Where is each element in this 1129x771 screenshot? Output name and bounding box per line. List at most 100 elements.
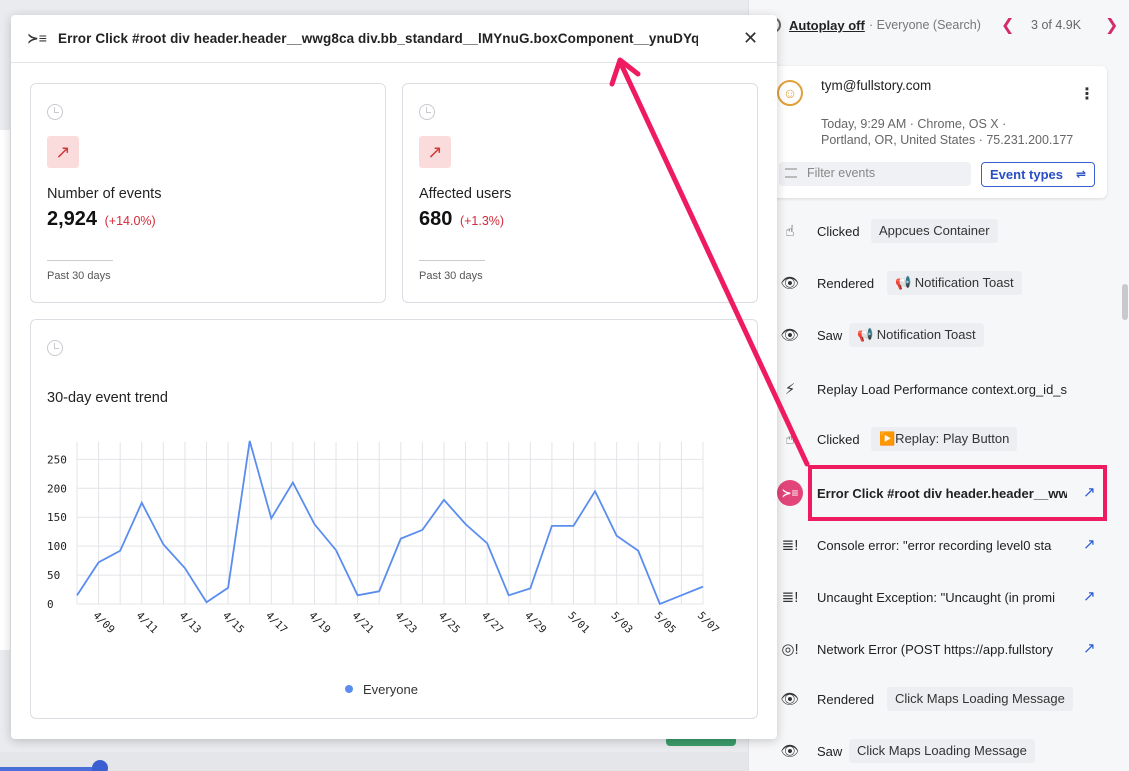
playback-bar	[0, 752, 748, 771]
series-line-everyone	[76, 440, 704, 606]
users-period: Past 30 days	[419, 270, 483, 282]
trend-icon[interactable]: ↗	[1083, 639, 1096, 657]
divider	[47, 260, 113, 261]
event-row[interactable]: 👁 Rendered 📢 Notification Toast	[779, 270, 1119, 298]
user-meta: Today, 9:29 AM · Chrome, OS X · Portland…	[821, 117, 1074, 147]
event-text: Console error: "error recording level0 s…	[817, 538, 1052, 553]
sliders-icon: ⇌	[1075, 167, 1086, 181]
x-tick-label: 4/23	[393, 610, 419, 636]
clock-icon	[47, 340, 63, 356]
x-tick-label: 4/09	[90, 610, 116, 636]
events-delta: (+14.0%)	[104, 214, 156, 228]
y-tick-label: 200	[47, 482, 67, 495]
events-period: Past 30 days	[47, 270, 111, 282]
event-text: Network Error (POST https://app.fullstor…	[817, 642, 1053, 657]
event-verb: Clicked	[817, 224, 860, 239]
autoplay-toggle[interactable]: Autoplay off	[789, 18, 865, 33]
event-text: Uncaught Exception: "Uncaught (in promi	[817, 590, 1056, 605]
affected-users-card: ↗ Affected users 680 (+1.3%) Past 30 day…	[402, 83, 758, 303]
y-tick-label: 150	[47, 511, 67, 524]
trend-title: 30-day event trend	[47, 390, 168, 406]
session-topbar: Autoplay off · Everyone (Search) ❮ 3 of …	[749, 0, 1129, 52]
session-pager: 3 of 4.9K	[1031, 18, 1082, 32]
trend-icon[interactable]: ↗	[1083, 535, 1096, 553]
y-tick-label: 250	[47, 453, 67, 466]
error-click-icon: ≻≡	[777, 480, 803, 506]
event-tag: Appcues Container	[871, 219, 998, 243]
events-count-card: ↗ Number of events 2,924 (+14.0%) Past 3…	[30, 83, 386, 303]
users-delta: (+1.3%)	[459, 214, 505, 228]
trend-up-icon: ↗	[47, 136, 79, 168]
event-row[interactable]: 👁 Saw 📢 Notification Toast	[779, 322, 1119, 350]
playback-progress	[0, 767, 100, 771]
trend-icon[interactable]: ↗	[1083, 587, 1096, 605]
background-panel	[0, 130, 10, 650]
chart-legend[interactable]: Everyone	[345, 682, 418, 697]
x-tick-label: 4/25	[436, 610, 462, 636]
user-email[interactable]: tym@fullstory.com	[821, 78, 931, 93]
modal-header: ≻≡ Error Click #root div header.header__…	[11, 15, 777, 63]
x-tick-label: 4/29	[522, 610, 548, 636]
highlight-annotation-box	[808, 465, 1107, 521]
eye-icon: 👁	[780, 327, 800, 344]
x-tick-label: 4/27	[479, 610, 505, 636]
eye-icon: 👁	[780, 691, 800, 708]
users-label: Affected users	[419, 186, 512, 202]
events-value: 2,924 (+14.0%)	[47, 208, 156, 230]
y-tick-label: 0	[47, 598, 54, 611]
segment-label: · Everyone (Search)	[869, 18, 981, 32]
event-verb: Clicked	[817, 432, 860, 447]
next-session-icon[interactable]: ❯	[1105, 15, 1118, 35]
event-verb: Rendered	[817, 692, 875, 707]
clock-icon	[47, 104, 63, 120]
close-icon[interactable]: ✕	[743, 28, 758, 49]
x-tick-label: 4/19	[306, 610, 332, 636]
divider	[419, 260, 485, 261]
event-verb: Saw	[817, 328, 843, 343]
x-tick-label: 4/15	[220, 610, 246, 636]
event-text: Replay Load Performance context.org_id_s…	[817, 382, 1067, 397]
event-tag: 📢 Notification Toast	[887, 271, 1022, 295]
event-row[interactable]: ⚡ Replay Load Performance context.org_id_…	[779, 376, 1119, 404]
event-verb: Saw	[817, 744, 843, 759]
y-tick-label: 100	[47, 540, 67, 553]
event-verb: Rendered	[817, 276, 875, 291]
x-tick-label: 5/07	[695, 610, 721, 636]
event-row[interactable]: ≣! Console error: "error recording level0…	[779, 532, 1119, 560]
user-avatar-icon: ☺	[777, 80, 803, 106]
clock-icon	[419, 104, 435, 120]
exception-icon: ≣!	[781, 589, 799, 606]
prev-session-icon[interactable]: ❮	[1001, 15, 1014, 35]
lightning-icon: ⚡	[784, 381, 796, 398]
event-row[interactable]: 👁 Rendered Click Maps Loading Message	[779, 686, 1119, 714]
event-types-button[interactable]: Event types ⇌	[981, 162, 1095, 187]
event-row[interactable]: ☝ Clicked Appcues Container	[779, 218, 1119, 246]
x-tick-label: 4/13	[177, 610, 203, 636]
network-error-icon: ◎!	[781, 641, 799, 658]
event-row[interactable]: 👁 Saw Click Maps Loading Message	[779, 738, 1119, 766]
more-options-icon[interactable]: ⋮	[1079, 84, 1095, 104]
x-tick-label: 4/21	[349, 610, 375, 636]
pointer-icon: ☝	[785, 223, 795, 240]
x-tick-label: 5/03	[609, 610, 635, 636]
event-row[interactable]: ☝ Clicked ▶️Replay: Play Button	[779, 426, 1119, 454]
event-tag: 📢 Notification Toast	[849, 323, 984, 347]
user-card: ☺ tym@fullstory.com ⋮ Today, 9:29 AM · C…	[765, 66, 1107, 198]
scrollbar[interactable]	[1122, 284, 1128, 320]
modal-title: Error Click #root div header.header__wwg…	[58, 31, 698, 46]
x-tick-label: 4/11	[134, 610, 160, 636]
event-tag: ▶️Replay: Play Button	[871, 427, 1018, 451]
legend-dot	[345, 685, 353, 693]
event-row[interactable]: ≣! Uncaught Exception: "Uncaught (in prom…	[779, 584, 1119, 612]
event-tag: Click Maps Loading Message	[887, 687, 1073, 711]
event-panel: Autoplay off · Everyone (Search) ❮ 3 of …	[748, 0, 1129, 771]
x-tick-label: 5/01	[565, 610, 591, 636]
eye-icon: 👁	[780, 743, 800, 760]
events-label: Number of events	[47, 186, 162, 202]
playback-scrubber-handle[interactable]	[92, 760, 108, 771]
trend-up-icon: ↗	[419, 136, 451, 168]
event-tag: Click Maps Loading Message	[849, 739, 1035, 763]
y-tick-label: 50	[47, 569, 60, 582]
event-row[interactable]: ◎! Network Error (POST https://app.fullst…	[779, 636, 1119, 664]
filter-events-input[interactable]: Filter events	[779, 162, 971, 186]
